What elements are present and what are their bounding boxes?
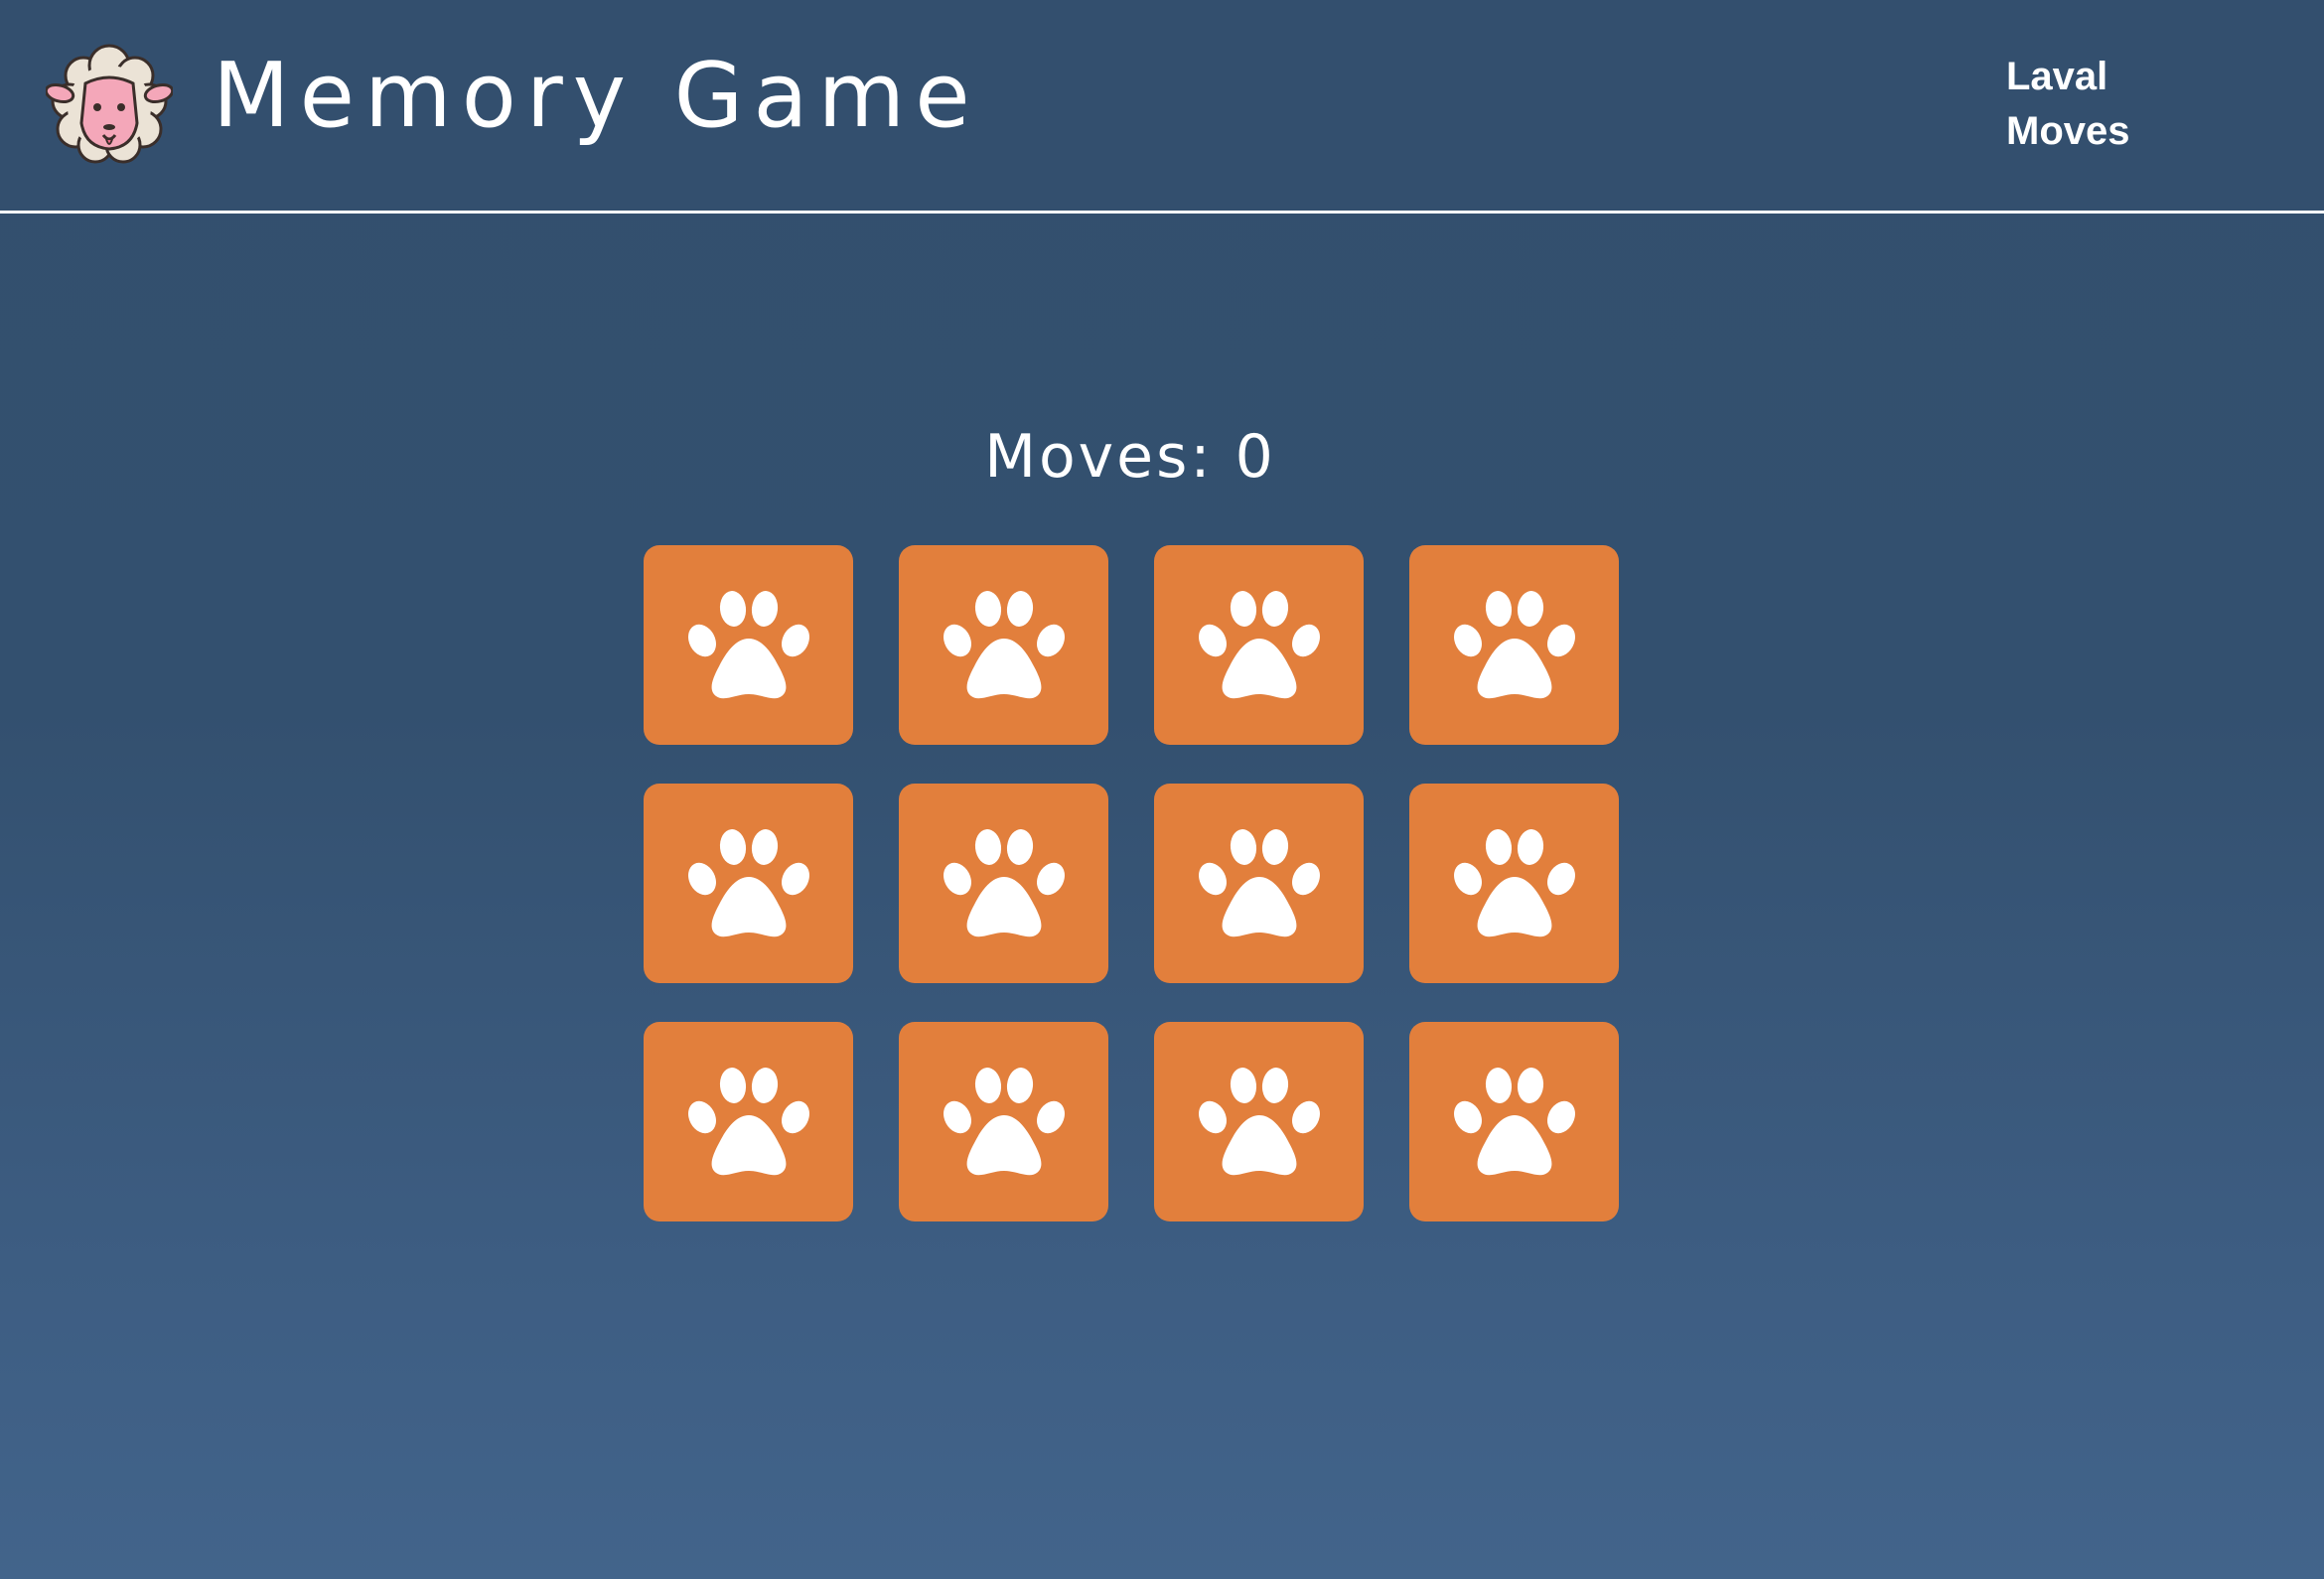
app-header: Memory Game Laval Moves [0, 0, 2324, 214]
paw-icon [943, 828, 1065, 936]
memory-card[interactable] [1154, 784, 1364, 983]
sheep-icon [46, 44, 173, 164]
page-title: Memory Game [213, 44, 980, 148]
memory-card[interactable] [644, 545, 853, 745]
memory-card[interactable] [899, 545, 1108, 745]
paw-icon [687, 828, 809, 936]
header-nav: Laval Moves [2006, 50, 2264, 159]
memory-card[interactable] [1409, 784, 1619, 983]
paw-icon [687, 590, 809, 698]
memory-card[interactable] [1409, 1022, 1619, 1221]
paw-icon [1198, 828, 1320, 936]
paw-icon [1453, 590, 1575, 698]
paw-icon [687, 1067, 809, 1175]
paw-icon [1198, 590, 1320, 698]
paw-icon [1453, 828, 1575, 936]
card-grid [644, 545, 1621, 1221]
paw-icon [943, 590, 1065, 698]
paw-icon [1198, 1067, 1320, 1175]
memory-card[interactable] [899, 784, 1108, 983]
paw-icon [1453, 1067, 1575, 1175]
memory-card[interactable] [899, 1022, 1108, 1221]
moves-counter: Moves: 0 [984, 422, 1276, 492]
nav-moves-link[interactable]: Moves [2006, 104, 2264, 159]
memory-card[interactable] [1154, 1022, 1364, 1221]
nav-level-link[interactable]: Laval [2006, 50, 2264, 104]
paw-icon [943, 1067, 1065, 1175]
memory-card[interactable] [1409, 545, 1619, 745]
memory-card[interactable] [1154, 545, 1364, 745]
memory-card[interactable] [644, 1022, 853, 1221]
memory-card[interactable] [644, 784, 853, 983]
